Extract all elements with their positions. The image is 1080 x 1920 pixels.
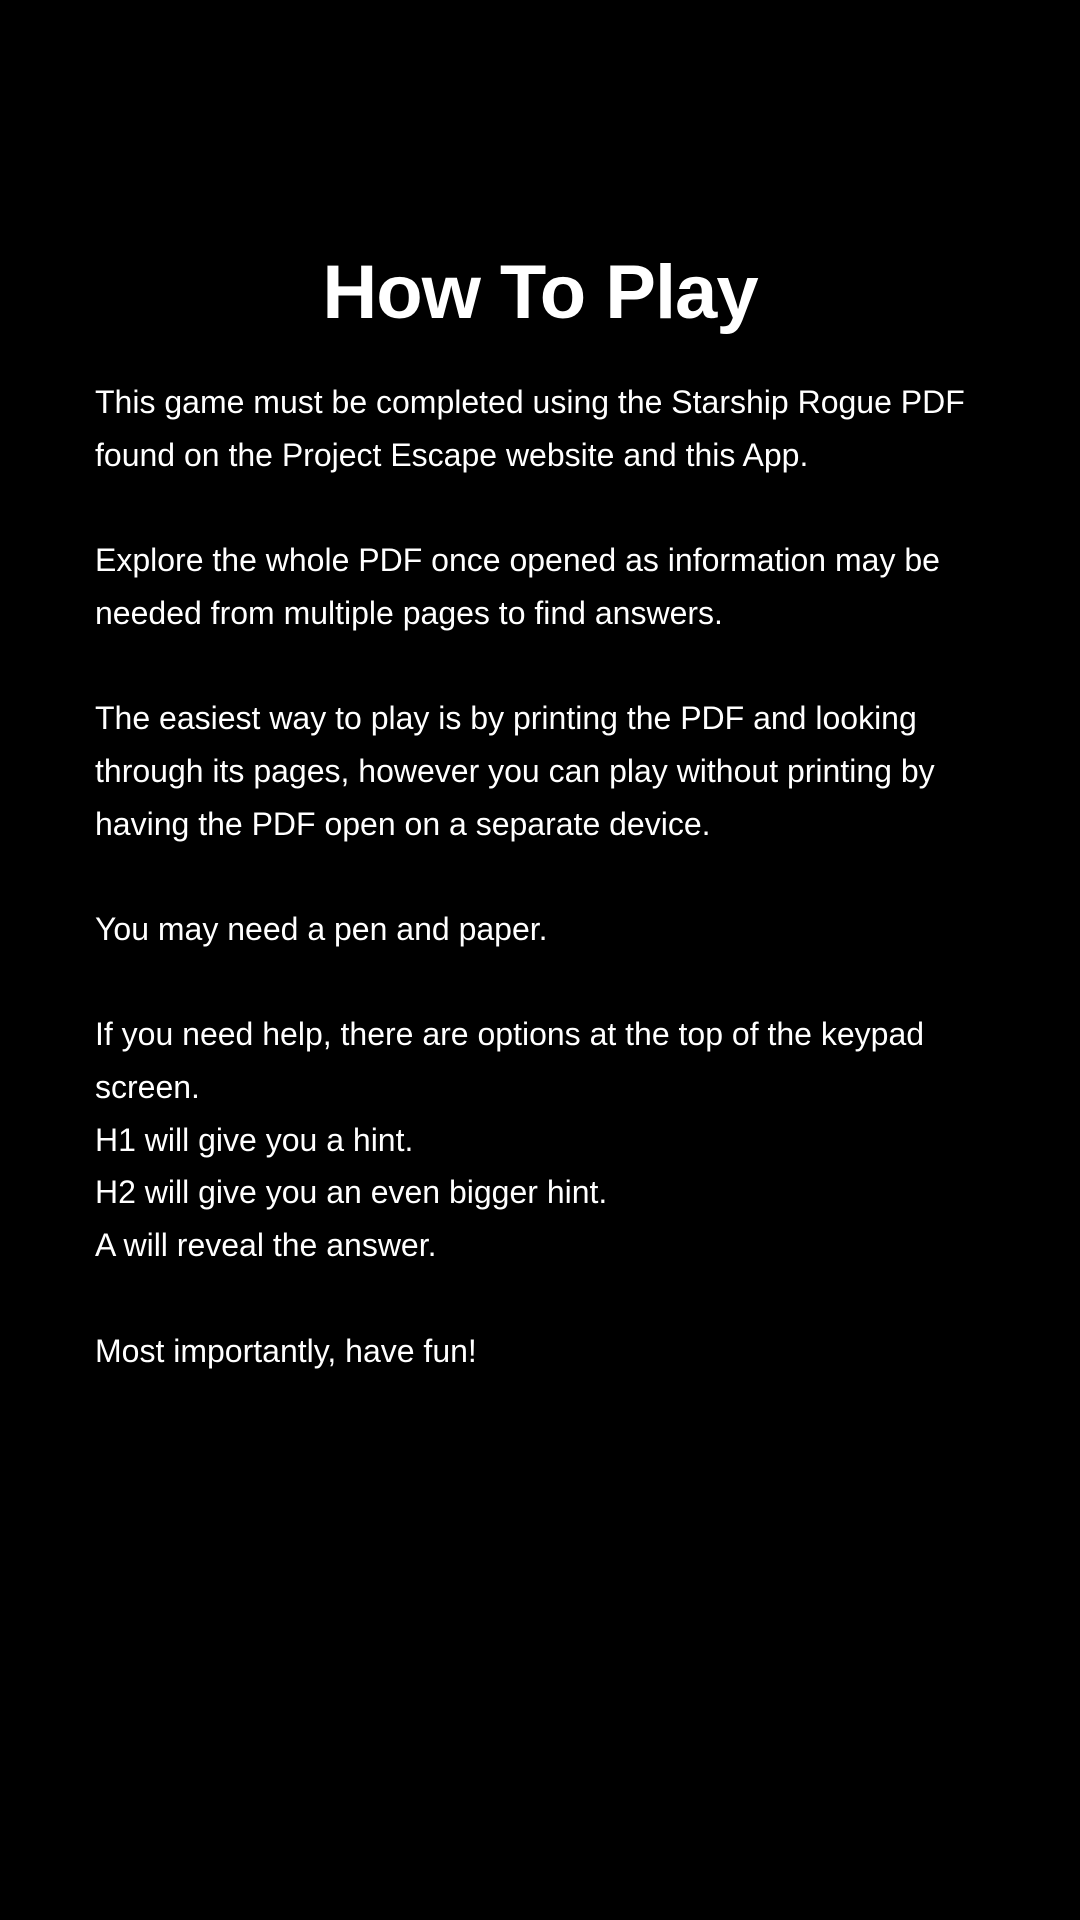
instructions-paragraph-printing: The easiest way to play is by printing t… xyxy=(95,700,935,842)
page-title: How To Play xyxy=(322,250,758,335)
closing-message: Most importantly, have fun! xyxy=(95,1332,477,1369)
help-section: If you need help, there are options at t… xyxy=(95,1008,995,1272)
how-to-play-screen: How To Play This game must be completed … xyxy=(0,0,1080,1920)
help-intro: If you need help, there are options at t… xyxy=(95,1016,925,1106)
help-h2-hint: H2 will give you an even bigger hint. xyxy=(95,1174,608,1211)
instructions-body: This game must be completed using the St… xyxy=(95,376,995,1430)
instructions-paragraph-pdf: This game must be completed using the St… xyxy=(95,384,965,473)
instructions-paragraph-explore: Explore the whole PDF once opened as inf… xyxy=(95,542,940,631)
help-h1-hint: H1 will give you a hint. xyxy=(95,1121,414,1158)
instructions-paragraph-pen-paper: You may need a pen and paper. xyxy=(95,910,548,947)
help-answer-reveal: A will reveal the answer. xyxy=(95,1227,437,1264)
